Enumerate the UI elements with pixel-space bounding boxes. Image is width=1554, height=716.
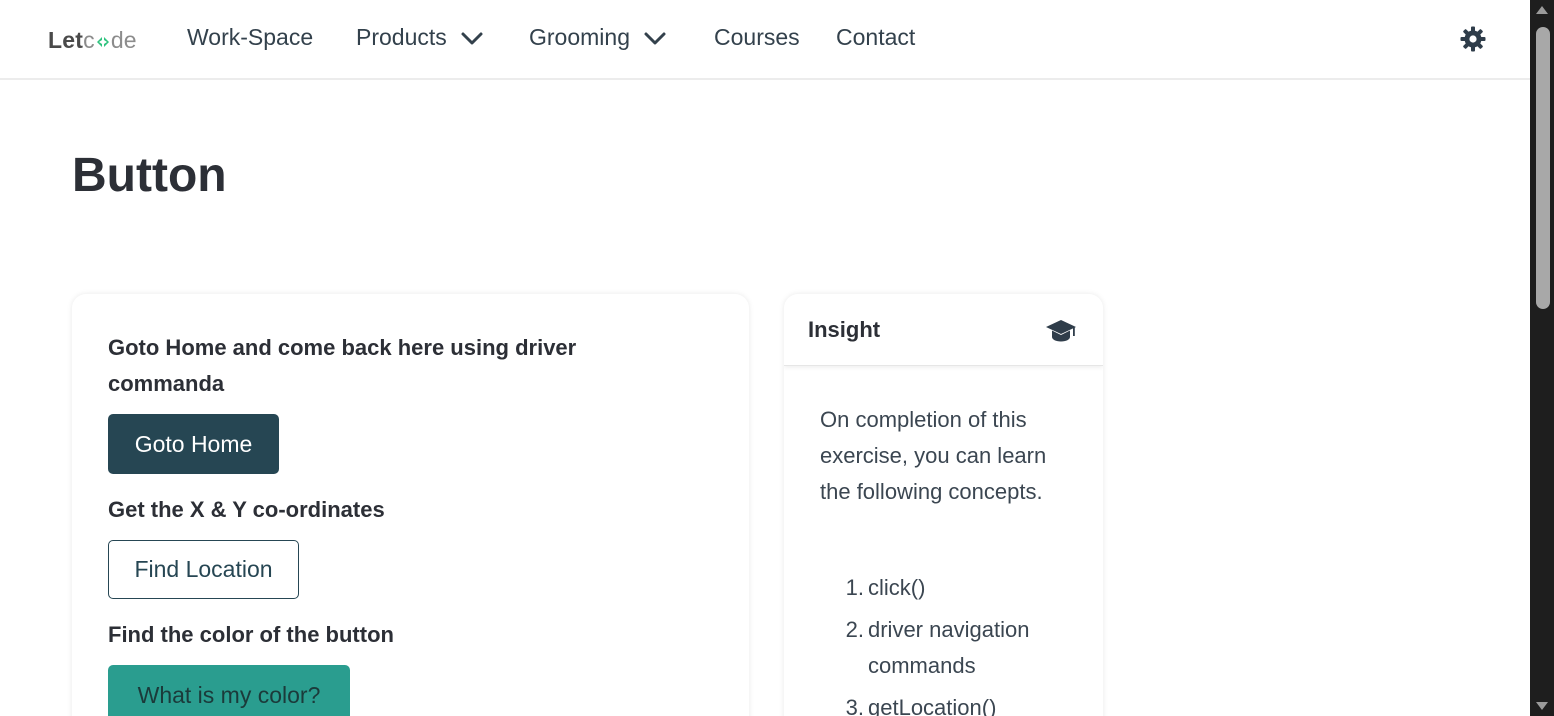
nav-products-dropdown[interactable]: Products xyxy=(356,24,485,51)
gear-icon[interactable] xyxy=(1459,25,1487,53)
scroll-down-arrow-icon[interactable] xyxy=(1536,702,1548,710)
question-goto-home: Goto Home and come back here using drive… xyxy=(108,335,577,396)
question-button-color: Find the color of the button xyxy=(108,622,394,647)
nav-work-space[interactable]: Work-Space xyxy=(187,24,313,51)
nav-grooming-dropdown[interactable]: Grooming xyxy=(529,24,668,51)
what-is-my-color-button[interactable]: What is my color? xyxy=(108,665,350,716)
list-item: 3. getLocation() xyxy=(820,690,1080,716)
nav-courses-label: Courses xyxy=(714,24,800,50)
scroll-up-arrow-icon[interactable] xyxy=(1536,6,1548,14)
goto-home-button[interactable]: Goto Home xyxy=(108,414,279,474)
insight-title: Insight xyxy=(808,317,881,342)
list-item-number: 1. xyxy=(845,575,864,600)
find-location-button[interactable]: Find Location xyxy=(108,540,299,599)
insight-card-header: Insight xyxy=(784,294,1103,366)
nav-contact[interactable]: Contact xyxy=(836,24,915,51)
scrollbar-thumb[interactable] xyxy=(1536,27,1550,309)
list-item: 1. click() xyxy=(820,570,1080,606)
page-title: Button xyxy=(72,149,227,202)
insight-description: On completion of this exercise, you can … xyxy=(820,407,1047,504)
nav-grooming-label: Grooming xyxy=(529,24,630,50)
graduation-cap-icon xyxy=(1045,318,1077,344)
nav-products-label: Products xyxy=(356,24,447,50)
logo-text-let: Let xyxy=(48,27,84,53)
insight-card: Insight On completion of this exercise, … xyxy=(784,294,1103,716)
nav-courses[interactable]: Courses xyxy=(714,24,800,51)
chevron-down-icon xyxy=(459,25,485,51)
nav-work-space-label: Work-Space xyxy=(187,24,314,50)
list-item-text: getLocation() xyxy=(868,695,997,716)
logo-text-c: c xyxy=(83,27,95,53)
list-item-number: 2. xyxy=(845,617,864,642)
letcode-logo[interactable]: Letc de xyxy=(48,27,137,54)
list-item-text: click() xyxy=(868,575,926,600)
concepts-list: 1. click() 2. driver navigation commands… xyxy=(820,570,1080,716)
list-item-number: 3. xyxy=(845,695,864,716)
list-item-text: driver navigation commands xyxy=(868,617,1030,678)
chevron-down-icon xyxy=(642,25,668,51)
top-navbar: Letc de Work-Space Products Grooming Cour… xyxy=(0,0,1530,80)
question-coordinates: Get the X & Y co-ordinates xyxy=(108,497,385,522)
logo-text-de: de xyxy=(110,27,137,53)
exercise-card: Goto Home and come back here using drive… xyxy=(72,294,749,716)
list-item: 2. driver navigation commands xyxy=(820,612,1080,684)
nav-contact-label: Contact xyxy=(836,24,916,50)
logo-o-mark-icon xyxy=(96,28,110,47)
